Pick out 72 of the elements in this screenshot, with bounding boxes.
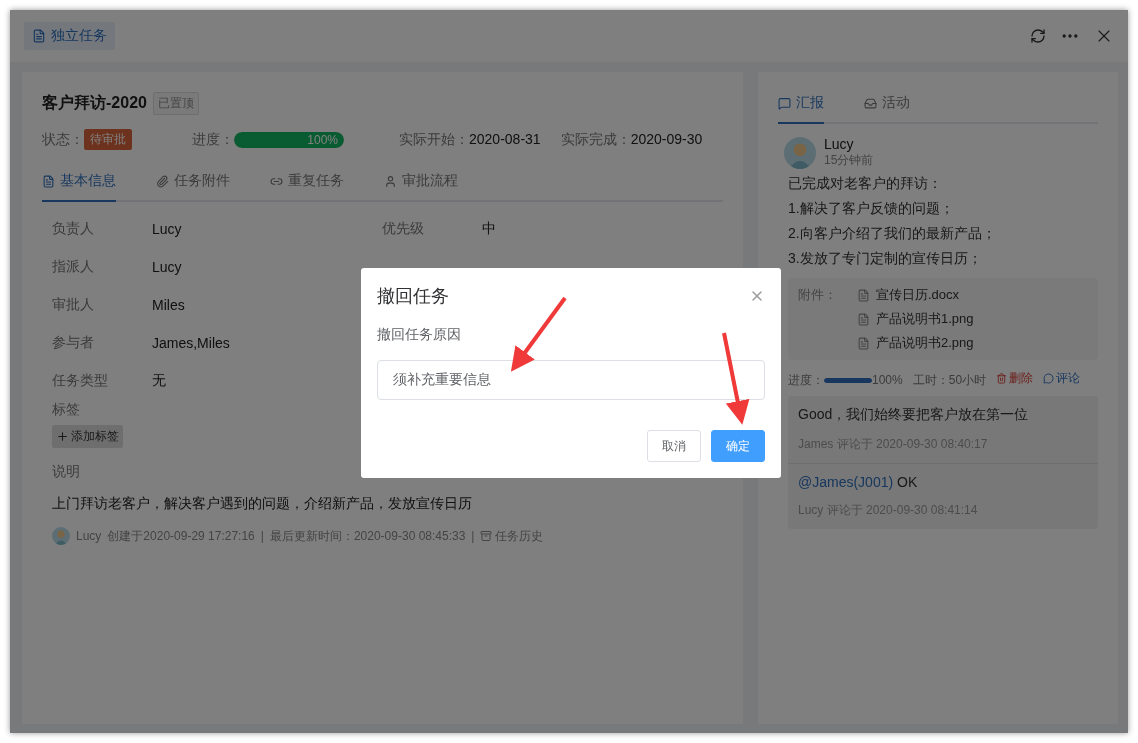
add-tag-button[interactable]: 添加标签 (52, 425, 123, 448)
archive-icon (480, 530, 493, 542)
field-value: 中 (482, 219, 497, 238)
attachment-link[interactable]: 产品说明书1.png (876, 310, 974, 328)
field-value: Miles (152, 296, 186, 315)
report-line: 1.解决了客户反馈的问题； (788, 200, 955, 218)
task-title: 客户拜访-2020 (42, 93, 147, 113)
field-value: 无 (152, 371, 167, 390)
tags-label: 标签 (52, 401, 80, 417)
separator: | (260, 529, 264, 543)
field-value: James,Miles (152, 334, 231, 353)
date-value: 2020-09-30 (630, 130, 703, 149)
progress-reading: 100% (872, 372, 903, 387)
task-type-label: 独立任务 (51, 27, 107, 45)
file-icon (857, 312, 870, 326)
reason-label: 撤回任务原因 (377, 326, 462, 344)
progress-label: 进度： (192, 130, 234, 149)
side-tab[interactable]: 汇报 (778, 94, 824, 124)
creator-name: Lucy (76, 529, 102, 543)
progress-reading: 100% (307, 132, 338, 147)
field-value: Lucy (152, 258, 183, 277)
comment-text: OK (896, 473, 918, 490)
status-badge: 待审批 (84, 129, 132, 150)
field-label: 指派人 (52, 257, 95, 276)
trash-icon (996, 372, 1008, 384)
user-icon (384, 174, 397, 188)
plus-icon (56, 430, 69, 443)
confirm-button[interactable]: 确定 (711, 430, 765, 462)
report-line: 2.向客户介绍了我们的最新产品； (788, 225, 997, 243)
detail-tab[interactable]: 基本信息 (42, 172, 116, 202)
field-label: 参与者 (52, 333, 95, 352)
cancel-button[interactable]: 取消 (647, 430, 701, 462)
detail-tab[interactable]: 审批流程 (384, 172, 458, 202)
date-label: 实际完成： (560, 130, 631, 149)
field-label: 负责人 (52, 219, 95, 238)
date-label: 实际开始： (399, 130, 469, 149)
comment-link[interactable]: 评论 (1043, 370, 1081, 386)
progress-label: 进度： (788, 372, 824, 387)
field-label: 任务类型 (52, 371, 109, 390)
attachment-link[interactable]: 产品说明书2.png (876, 334, 974, 352)
field-label: 优先级 (382, 219, 425, 238)
dialog-title: 撤回任务 (377, 285, 449, 308)
user-avatar (52, 527, 70, 545)
date-value: 2020-08-31 (469, 130, 541, 149)
work-hours: 工时：50小时 (912, 372, 987, 387)
mention-link[interactable]: @James(J001) (798, 473, 894, 490)
document-icon (32, 29, 46, 43)
message-icon (778, 96, 791, 110)
description-label: 说明 (52, 463, 80, 479)
delete-link[interactable]: 删除 (996, 370, 1034, 386)
reason-input[interactable]: 须补充重要信息 (377, 360, 765, 400)
document-icon (42, 174, 55, 188)
side-tab[interactable]: 活动 (864, 94, 910, 124)
paperclip-icon (156, 174, 169, 188)
inbox-icon (864, 96, 877, 110)
status-label: 状态： (42, 130, 84, 149)
field-label: 审批人 (52, 295, 95, 314)
detail-tab[interactable]: 重复任务 (270, 172, 344, 202)
separator: | (471, 529, 475, 543)
report-line: 3.发放了专门定制的宣传日历； (788, 250, 983, 268)
report-line: 已完成对老客户的拜访： (788, 175, 943, 193)
file-icon (857, 336, 870, 350)
attachment-link[interactable]: 宣传日历.docx (876, 286, 960, 304)
file-icon (857, 288, 870, 302)
user-avatar (784, 136, 816, 169)
comment-icon (1043, 372, 1055, 384)
comment-text: Good，我们始终要把客户放在第一位 (798, 405, 1029, 422)
refresh-icon[interactable] (1030, 28, 1046, 44)
detail-tab[interactable]: 任务附件 (156, 172, 230, 202)
field-value: Lucy (152, 220, 183, 239)
description-text: 上门拜访老客户，解决客户遇到的问题，介绍新产品，发放宣传日历 (52, 495, 473, 513)
reporter-name: Lucy (824, 136, 855, 152)
